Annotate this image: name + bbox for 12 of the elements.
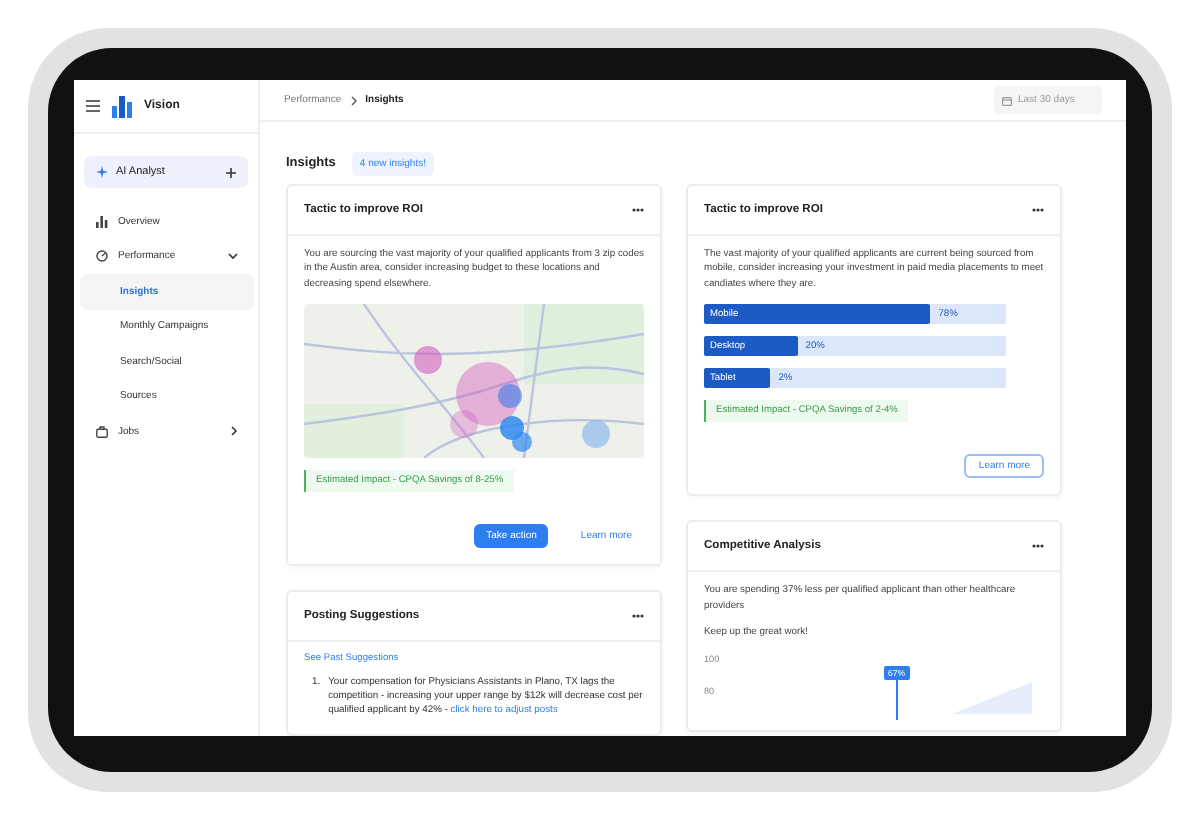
menu-icon[interactable] (86, 100, 100, 112)
gauge-icon (96, 250, 108, 263)
area-chart-drawing (952, 681, 1032, 713)
bar-chart-logo-icon (112, 95, 132, 117)
plus-icon (226, 167, 236, 177)
marker-line (895, 679, 898, 719)
sparkle-icon (96, 166, 108, 178)
bar-chart-icon (96, 215, 108, 228)
chevron-right-icon (349, 95, 358, 106)
briefcase-icon (96, 425, 108, 438)
chevron-right-icon (230, 426, 238, 437)
chevron-down-icon (228, 252, 238, 261)
